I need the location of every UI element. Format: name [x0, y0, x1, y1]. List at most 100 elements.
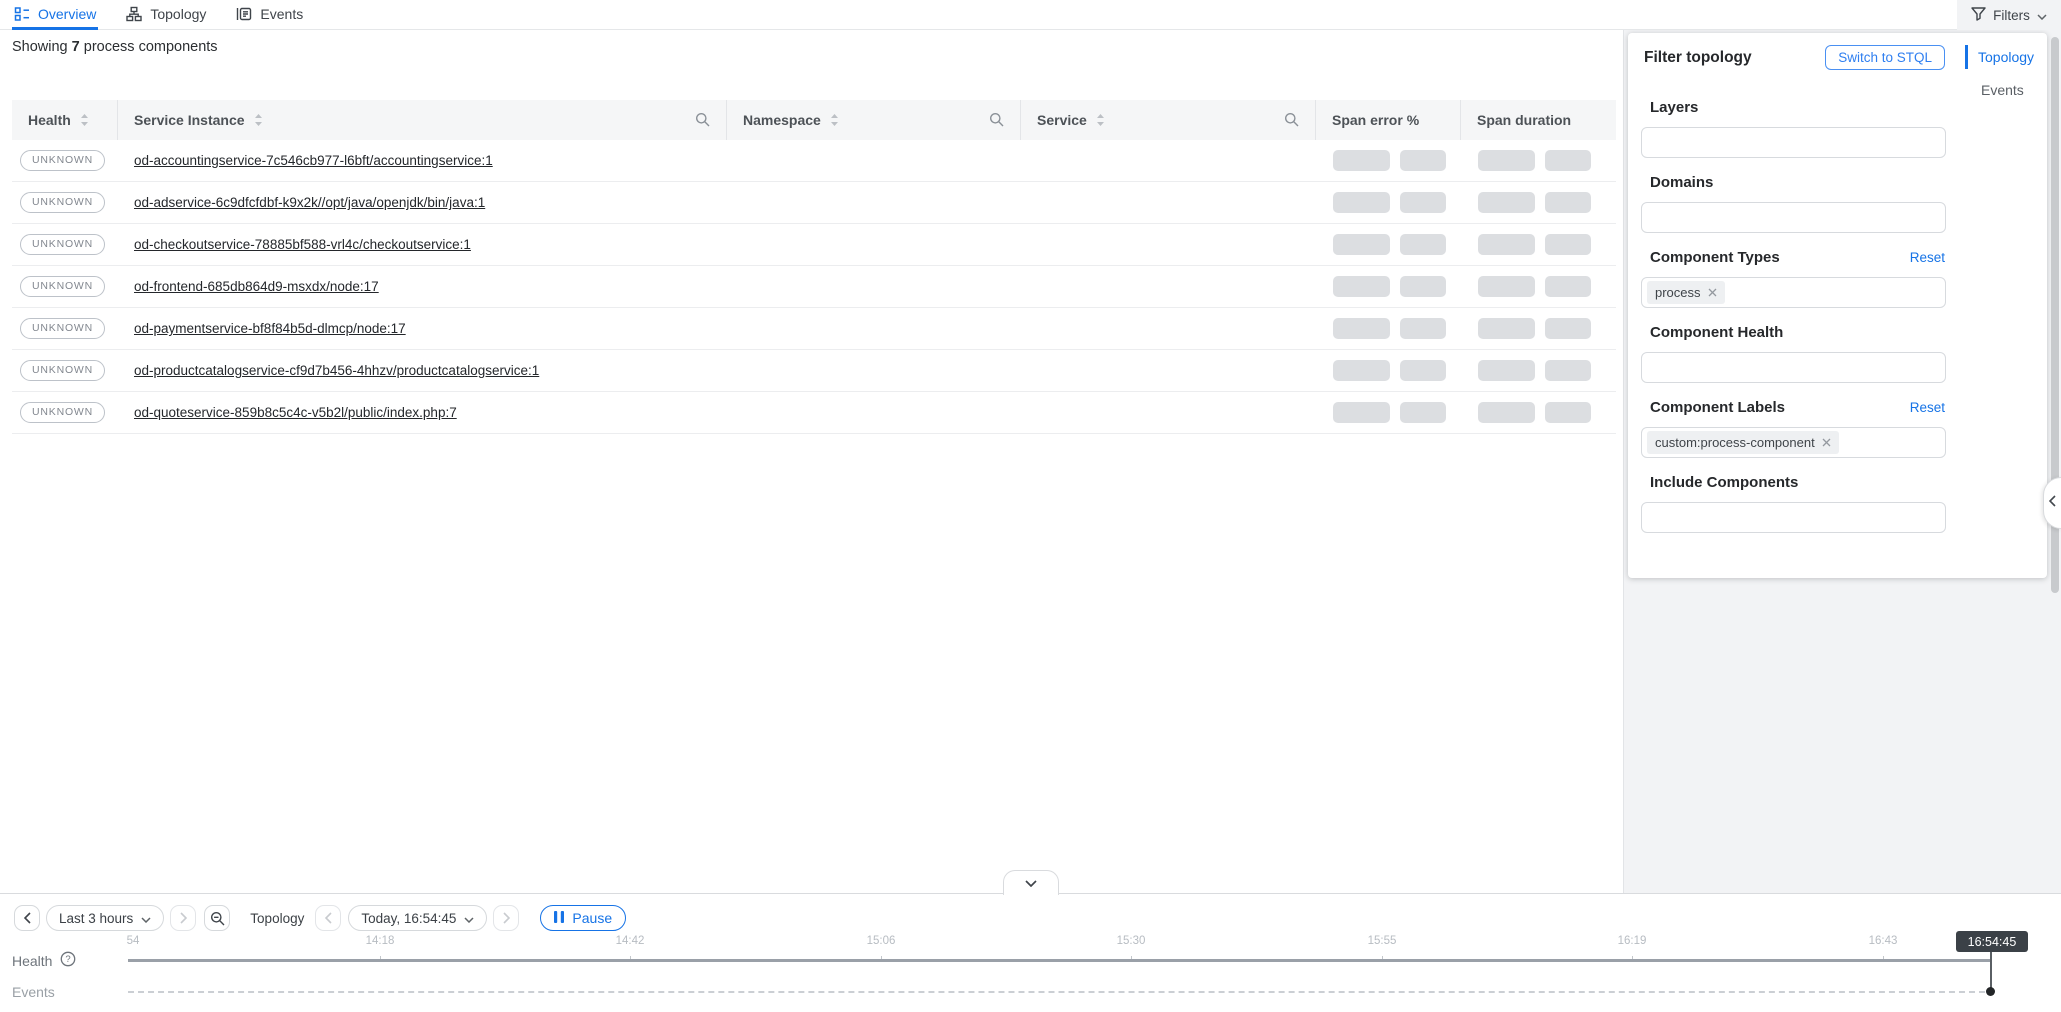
- axis-tick-label: 15:06: [867, 935, 896, 947]
- axis-tick-label: 15:55: [1368, 935, 1397, 947]
- table-row: UNKNOWN od-accountingservice-7c546cb977-l…: [12, 140, 1616, 182]
- page: Overview Topology Events Filters Showing…: [0, 0, 2061, 1012]
- components-table: HealthService InstanceNamespace Service Sp…: [12, 100, 1616, 434]
- filter-chip-label: custom:process-component: [1655, 435, 1815, 450]
- component-labels-input[interactable]: custom:process-component: [1641, 427, 1946, 458]
- search-icon[interactable]: [1284, 112, 1299, 127]
- current-time-tooltip: 16:54:45: [1956, 931, 2028, 952]
- help-icon[interactable]: ?: [60, 951, 76, 970]
- span-error-skeleton: [1333, 360, 1390, 381]
- span-duration-skeleton: [1545, 150, 1591, 171]
- span-duration-skeleton: [1545, 234, 1591, 255]
- filter-sections: LayersDomainsComponent TypesResetprocess…: [1628, 83, 2047, 533]
- axis-tick-label: 14:42: [616, 935, 645, 947]
- span-error-skeleton: [1333, 234, 1390, 255]
- tab-events[interactable]: Events: [234, 0, 305, 30]
- component-health-input[interactable]: [1641, 352, 1946, 383]
- column-header-span-error[interactable]: Span error %: [1316, 100, 1461, 140]
- time-range-dropdown[interactable]: Last 3 hours: [46, 905, 164, 931]
- filter-section-domains: Domains: [1628, 174, 2047, 233]
- column-header-namespace[interactable]: Namespace: [727, 100, 1021, 140]
- range-back-button[interactable]: [14, 905, 40, 931]
- filter-card: Filter topology Switch to STQL Topology …: [1628, 33, 2047, 578]
- health-badge: UNKNOWN: [20, 234, 105, 255]
- component-labels-reset-link[interactable]: Reset: [1910, 400, 1945, 415]
- layers-input[interactable]: [1641, 127, 1946, 158]
- health-timeline-line[interactable]: [128, 959, 1992, 962]
- health-badge: UNKNOWN: [20, 192, 105, 213]
- time-back-button[interactable]: [315, 905, 341, 931]
- column-label-service: Service: [1037, 112, 1087, 128]
- timeline-view-label: Topology: [250, 911, 304, 926]
- filter-section-component-labels: Component LabelsReset custom:process-comp…: [1628, 399, 2047, 458]
- drawer-tab-topology[interactable]: Topology: [1965, 45, 2045, 69]
- service-instance-link[interactable]: od-paymentservice-bf8f84b5d-dlmcp/node:1…: [134, 321, 406, 336]
- span-error-skeleton: [1400, 192, 1446, 213]
- column-header-service-instance[interactable]: Service Instance: [118, 100, 727, 140]
- service-instance-link[interactable]: od-frontend-685db864d9-msxdx/node:17: [134, 279, 379, 294]
- chevron-down-icon: [141, 911, 151, 926]
- span-error-skeleton: [1400, 276, 1446, 297]
- column-header-service[interactable]: Service: [1021, 100, 1316, 140]
- events-timeline-line[interactable]: [128, 991, 1985, 993]
- span-error-skeleton: [1333, 192, 1390, 213]
- sort-icon: [830, 113, 839, 127]
- service-instance-link[interactable]: od-quoteservice-859b8c5c4c-v5b2l/public/…: [134, 405, 457, 420]
- table-header: HealthService InstanceNamespace Service Sp…: [12, 100, 1616, 140]
- time-range-label: Last 3 hours: [59, 911, 133, 926]
- filters-button[interactable]: Filters: [1957, 0, 2061, 30]
- chip-remove-icon[interactable]: [1708, 288, 1717, 297]
- current-time-label: Today, 16:54:45: [361, 911, 456, 926]
- service-instance-link[interactable]: od-productcatalogservice-cf9d7b456-4hhzv…: [134, 363, 539, 378]
- filter-section-component-types: Component TypesResetprocess: [1628, 249, 2047, 308]
- chevron-left-icon: [2049, 494, 2056, 512]
- component-types-input[interactable]: process: [1641, 277, 1946, 308]
- service-instance-link[interactable]: od-adservice-6c9dfcfdbf-k9x2k//opt/java/…: [134, 195, 485, 210]
- layers-label: Layers: [1650, 99, 2047, 116]
- search-icon[interactable]: [989, 112, 1004, 127]
- column-header-span-duration[interactable]: Span duration: [1461, 100, 1616, 140]
- component-types-reset-link[interactable]: Reset: [1910, 250, 1945, 265]
- include-components-label: Include Components: [1650, 474, 2047, 491]
- switch-to-stql-button[interactable]: Switch to STQL: [1825, 45, 1945, 70]
- tab-topology[interactable]: Topology: [124, 0, 208, 30]
- chevron-down-icon: [2037, 8, 2047, 23]
- span-duration-skeleton: [1545, 360, 1591, 381]
- table-row: UNKNOWN od-adservice-6c9dfcfdbf-k9x2k//op…: [12, 182, 1616, 224]
- time-forward-button[interactable]: [493, 905, 519, 931]
- service-instance-link[interactable]: od-checkoutservice-78885bf588-vrl4c/chec…: [134, 237, 471, 252]
- axis-tick-label: 16:43: [1869, 935, 1898, 947]
- pause-button[interactable]: Pause: [540, 905, 626, 931]
- summary-prefix: Showing: [12, 39, 72, 55]
- current-time-dropdown[interactable]: Today, 16:54:45: [348, 905, 487, 931]
- tab-topology-label: Topology: [150, 6, 206, 22]
- span-error-skeleton: [1400, 402, 1446, 423]
- health-badge: UNKNOWN: [20, 150, 105, 171]
- current-time-marker[interactable]: [1990, 951, 1992, 990]
- drawer-collapse-handle[interactable]: [2043, 477, 2061, 529]
- timeline-collapse-button[interactable]: [1003, 870, 1059, 895]
- zoom-out-button[interactable]: [204, 905, 230, 931]
- search-icon[interactable]: [695, 112, 710, 127]
- health-badge: UNKNOWN: [20, 276, 105, 297]
- span-error-skeleton: [1400, 150, 1446, 171]
- filter-funnel-icon: [1971, 7, 1986, 24]
- range-forward-button[interactable]: [170, 905, 196, 931]
- span-error-skeleton: [1333, 402, 1390, 423]
- filter-chip: custom:process-component: [1647, 431, 1839, 454]
- filter-panel-title: Filter topology: [1644, 49, 1752, 67]
- chevron-down-icon: [1025, 874, 1037, 892]
- tab-events-label: Events: [260, 6, 303, 22]
- filter-section-include-components: Include Components: [1628, 474, 2047, 533]
- tab-overview[interactable]: Overview: [12, 0, 98, 30]
- component-labels-label: Component Labels: [1650, 399, 2047, 416]
- filters-label: Filters: [1993, 8, 2030, 23]
- column-header-health[interactable]: Health: [12, 100, 118, 140]
- axis-tick-label: 15:30: [1117, 935, 1146, 947]
- include-components-input[interactable]: [1641, 502, 1946, 533]
- span-error-skeleton: [1400, 318, 1446, 339]
- service-instance-link[interactable]: od-accountingservice-7c546cb977-l6bft/ac…: [134, 153, 493, 168]
- domains-input[interactable]: [1641, 202, 1946, 233]
- chip-remove-icon[interactable]: [1822, 438, 1831, 447]
- pause-icon: [554, 910, 564, 926]
